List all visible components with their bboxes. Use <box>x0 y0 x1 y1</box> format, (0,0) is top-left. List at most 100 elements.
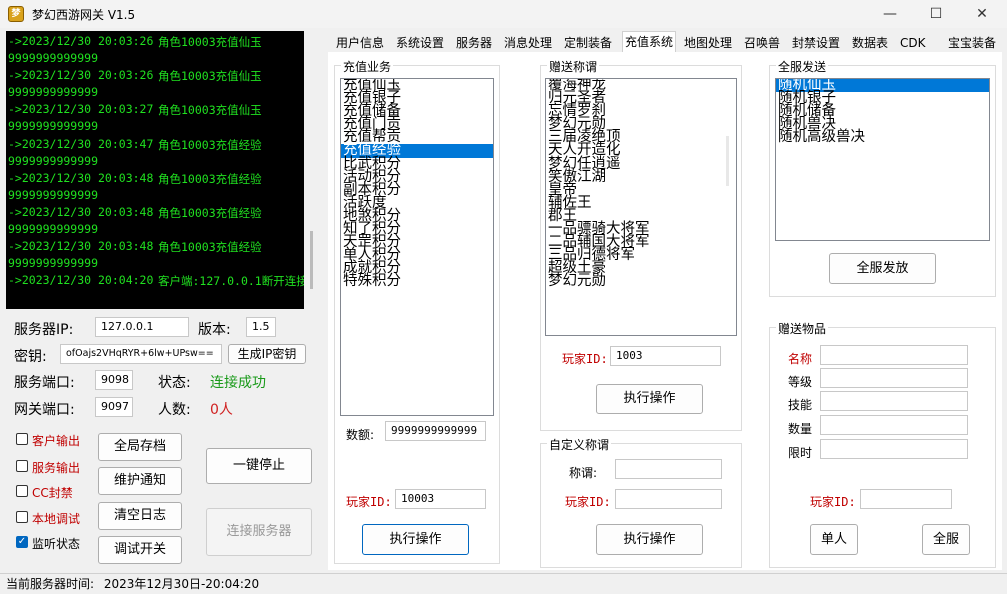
checkbox-2[interactable] <box>16 485 28 497</box>
key-label: 密钥: <box>14 349 47 365</box>
item-level-label: 等级 <box>788 375 813 389</box>
log-line: ->2023/12/30 20:04:20 客户端:127.0.0.1断开连接 <box>8 273 304 288</box>
server-time-value: 2023年12月30日-20:04:20 <box>103 577 260 591</box>
log-time: ->2023/12/30 20:03:26 <box>8 34 154 48</box>
tab-3[interactable]: 消息处理 <box>502 33 554 53</box>
tab-4[interactable]: 定制装备 <box>562 33 614 53</box>
item-level-input[interactable] <box>820 368 968 388</box>
checkbox-0[interactable] <box>16 433 28 445</box>
log-console[interactable]: ->2023/12/30 20:03:26 角色10003充值仙玉 99999999… <box>6 31 304 309</box>
recharge-type-list[interactable]: 充值仙玉 充值银子 充值储备 充值门贡 充值帮贡 充值经验 比武积分 活动积分 副本积分 活跃度地… <box>340 78 494 416</box>
stop-all-button[interactable]: 一键停止 <box>206 448 312 484</box>
item-time-limit-label: 限时 <box>788 446 813 460</box>
broadcast-list[interactable]: 随机仙玉 随机银子 随机储备 随机兽决 随机高级兽决 <box>775 78 990 241</box>
log-message: 角色10003充值仙玉 <box>158 103 262 118</box>
checkbox-label-0: 客户输出 <box>32 434 81 448</box>
key-input[interactable]: ofOajs2VHqRYR+6lw+UPsw== <box>60 344 222 364</box>
log-time: ->2023/12/30 20:03:48 <box>8 170 154 185</box>
recharge-execute-button[interactable]: 执行操作 <box>362 524 469 555</box>
log-message: 角色10003充值经验 <box>158 206 262 220</box>
item-quantity-label: 数量 <box>788 422 813 436</box>
gift-item-group-label: 赠送物品 <box>776 320 829 337</box>
amount-input[interactable]: 9999999999999 <box>385 421 486 441</box>
log-message: 角色10003充值经验 <box>158 137 262 152</box>
recharge-player-id-label: 玩家ID: <box>346 495 392 509</box>
clear-log-button[interactable]: 清空日志 <box>98 502 182 530</box>
item-skill-input[interactable] <box>820 391 968 411</box>
tab-8[interactable]: 封禁设置 <box>790 33 842 53</box>
log-line-continuation: 9999999999999 <box>8 51 99 65</box>
custom-title-execute-button[interactable]: 执行操作 <box>596 524 703 555</box>
broadcast-button[interactable]: 全服发放 <box>829 253 936 284</box>
item-player-id-label: 玩家ID: <box>810 495 856 509</box>
tab-0[interactable]: 用户信息 <box>334 33 386 53</box>
log-time: ->2023/12/30 20:03:47 <box>8 136 154 151</box>
server-port-input[interactable]: 9098 <box>95 370 133 390</box>
title-player-id-input[interactable]: 1003 <box>610 346 721 366</box>
log-time: ->2023/12/30 20:03:27 <box>8 102 154 117</box>
status-label: 状态: <box>158 375 191 391</box>
tab-bar: 用户信息 系统设置 服务器 消息处理 定制装备 充值系统 地图处理 召唤兽 封禁设置 数据表 CDK… <box>330 31 1002 54</box>
log-message: 客户端:127.0.0.1断开连接 <box>158 274 304 289</box>
checkbox-3[interactable] <box>16 511 28 523</box>
log-message: 角色10003充值仙玉 <box>158 35 262 49</box>
version-input[interactable]: 1.5 <box>246 317 276 337</box>
recharge-group-label: 充值业务 <box>341 58 394 75</box>
maintenance-notice-button[interactable]: 维护通知 <box>98 467 182 495</box>
item-name-input[interactable] <box>820 345 968 365</box>
item-time-limit-input[interactable] <box>820 439 968 459</box>
version-label: 版本: <box>198 322 231 338</box>
checkbox-label-4: 监听状态 <box>32 537 81 551</box>
tab-5[interactable]: 充值系统 <box>622 31 677 54</box>
log-line-continuation: 9999999999999 <box>8 85 99 100</box>
recharge-player-id-input[interactable]: 10003 <box>395 489 486 509</box>
log-line: ->2023/12/30 20:03:26 角色10003充值仙玉 <box>8 68 262 83</box>
tab-11[interactable]: 宝宝装备 <box>946 33 998 53</box>
connect-server-button[interactable]: 连接服务器 <box>206 508 312 556</box>
item-quantity-input[interactable] <box>820 415 968 435</box>
tab-1[interactable]: 系统设置 <box>394 33 446 53</box>
custom-title-player-id-input[interactable] <box>615 489 722 509</box>
list-item[interactable]: 特殊积分 <box>341 274 493 289</box>
list-item[interactable]: 随机高级兽决 <box>776 130 989 145</box>
player-count-label: 人数: <box>158 402 191 418</box>
custom-title-label: 称谓: <box>569 466 598 480</box>
checkbox-label-3: 本地调试 <box>32 512 81 526</box>
debug-toggle-button[interactable]: 调试开关 <box>98 536 182 564</box>
checkbox-4[interactable]: ✓ <box>16 536 28 548</box>
player-count-value: 0人 <box>210 402 233 418</box>
log-line: ->2023/12/30 20:03:48 角色10003充值经验 <box>8 239 262 254</box>
app-logo-icon: 梦 <box>8 6 24 22</box>
log-time: ->2023/12/30 20:04:20 <box>8 273 154 288</box>
list-item[interactable]: 梦幻元勋 <box>546 274 736 289</box>
log-scrollbar[interactable] <box>310 231 313 289</box>
minimize-button[interactable]: — <box>867 2 913 26</box>
maximize-button[interactable]: ☐ <box>913 2 959 26</box>
tab-10[interactable]: CDK <box>898 33 928 53</box>
server-ip-label: 服务器IP: <box>14 322 74 338</box>
custom-title-input[interactable] <box>615 459 722 479</box>
server-ip-input[interactable]: 127.0.0.1 <box>95 317 189 337</box>
generate-key-button[interactable]: 生成IP密钥 <box>228 344 306 364</box>
checkbox-label-1: 服务输出 <box>32 461 81 475</box>
close-button[interactable]: ✕ <box>959 2 1005 26</box>
log-time: ->2023/12/30 20:03:48 <box>8 239 154 254</box>
tab-7[interactable]: 召唤兽 <box>742 33 782 53</box>
amount-label: 数额: <box>346 428 375 442</box>
checkbox-1[interactable] <box>16 460 28 472</box>
save-all-button[interactable]: 全局存档 <box>98 433 182 461</box>
tab-6[interactable]: 地图处理 <box>682 33 734 53</box>
title-execute-button[interactable]: 执行操作 <box>596 384 703 414</box>
title-list[interactable]: 覆海神龙 归元圣者 忘情罗刹 梦幻元勋 三届凌绝顶 天人开造化 梦幻任逍遥 笑傲江湖 皇帝 辅佐王… <box>545 78 737 336</box>
tab-2[interactable]: 服务器 <box>454 33 494 53</box>
send-all-button[interactable]: 全服 <box>922 524 970 555</box>
server-port-label: 服务端口: <box>14 375 75 391</box>
log-time: ->2023/12/30 20:03:26 <box>8 68 154 83</box>
server-time-label: 当前服务器时间: <box>6 577 95 591</box>
item-player-id-input[interactable] <box>860 489 952 509</box>
gate-port-input[interactable]: 9097 <box>95 397 133 417</box>
tab-9[interactable]: 数据表 <box>850 33 890 53</box>
title-list-scrollbar[interactable] <box>726 136 729 186</box>
send-single-button[interactable]: 单人 <box>810 524 858 555</box>
window-title: 梦幻西游网关 V1.5 <box>32 8 136 22</box>
